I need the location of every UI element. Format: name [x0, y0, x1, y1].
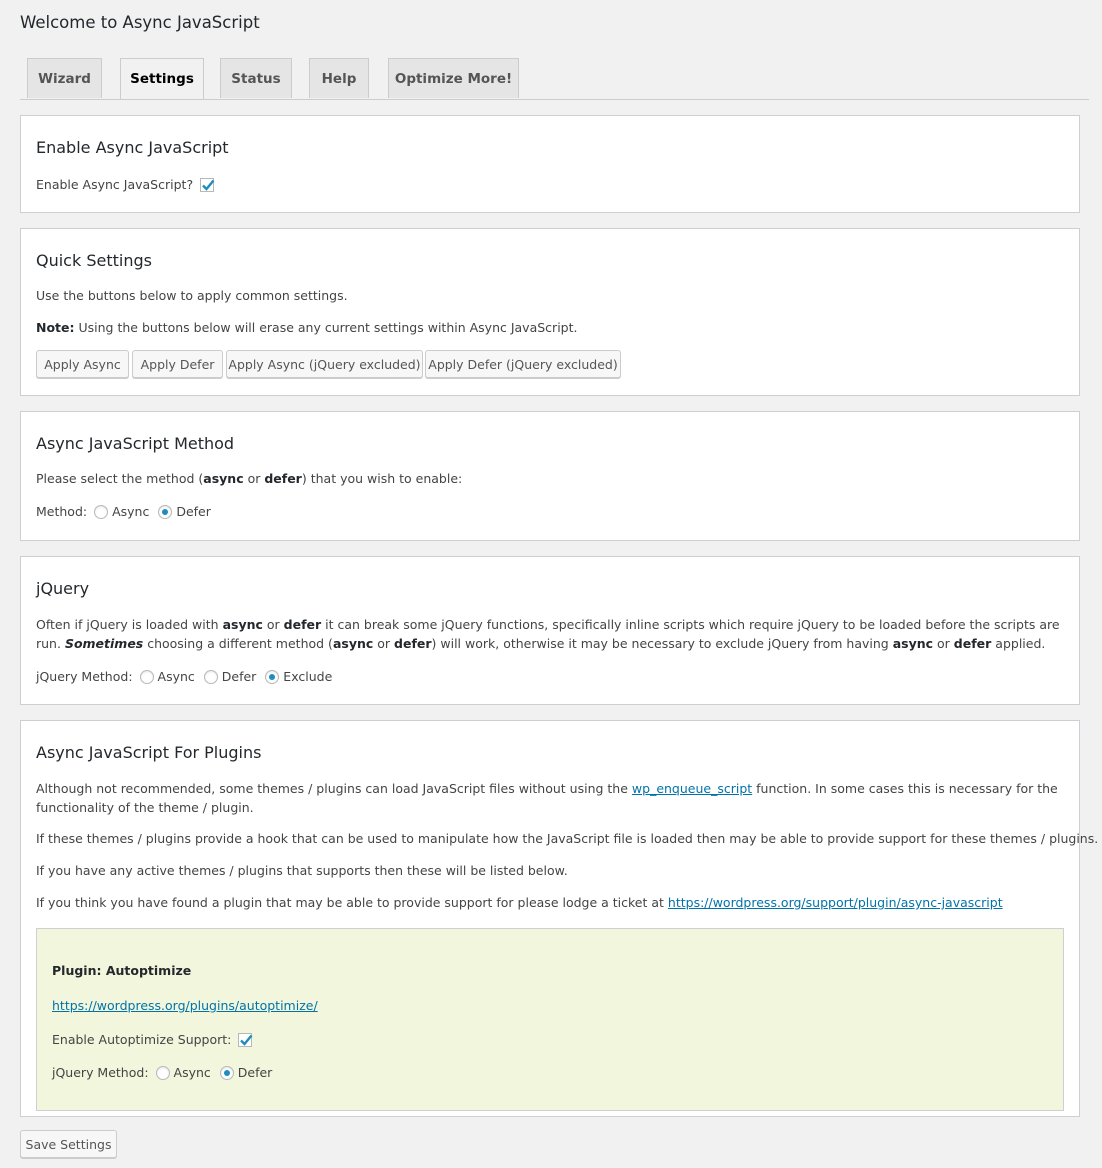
autoptimize-support-checkbox[interactable]: [238, 1032, 253, 1047]
quick-settings-note: Note: Using the buttons below will erase…: [36, 320, 577, 335]
autoptimize-async-label: Async: [173, 1065, 211, 1080]
jquery-description: Often if jQuery is loaded with async or …: [36, 617, 1060, 651]
jquery-defer-radio[interactable]: [203, 669, 218, 684]
quick-settings-title: Quick Settings: [36, 251, 152, 270]
method-section: Async JavaScript Method Please select th…: [20, 411, 1080, 541]
method-description: Please select the method (async or defer…: [36, 471, 463, 486]
tab-help[interactable]: Help: [309, 58, 369, 98]
tab-bar: Wizard Settings Status Help Optimize Mor…: [20, 58, 1089, 100]
jquery-async-radio[interactable]: [139, 669, 154, 684]
jquery-exclude-radio[interactable]: [265, 669, 280, 684]
method-defer-radio[interactable]: [158, 504, 173, 519]
note-text: Using the buttons below will erase any c…: [74, 320, 578, 335]
autoptimize-support-field: Enable Autoptimize Support:: [52, 1032, 253, 1048]
autoptimize-async-radio[interactable]: [155, 1065, 170, 1080]
checkmark-icon: [240, 1034, 253, 1046]
tab-wizard[interactable]: Wizard: [27, 58, 102, 98]
autoptimize-defer-radio[interactable]: [219, 1065, 234, 1080]
support-ticket-link[interactable]: https://wordpress.org/support/plugin/asy…: [668, 895, 1003, 910]
autoptimize-link[interactable]: https://wordpress.org/plugins/autoptimiz…: [52, 998, 318, 1013]
jquery-section-title: jQuery: [36, 579, 90, 598]
jquery-async-label: Async: [157, 669, 195, 684]
tab-status[interactable]: Status: [220, 58, 292, 98]
apply-async-jquery-excluded-button[interactable]: Apply Async (jQuery excluded): [226, 350, 423, 378]
method-async-label: Async: [112, 504, 150, 519]
quick-settings-description: Use the buttons below to apply common se…: [36, 288, 348, 303]
enable-section: Enable Async JavaScript Enable Async Jav…: [20, 115, 1080, 213]
note-label: Note:: [36, 320, 75, 335]
jquery-exclude-label: Exclude: [283, 669, 333, 684]
apply-async-button[interactable]: Apply Async: [36, 350, 129, 378]
plugin-title: Plugin: Autoptimize: [52, 963, 192, 978]
wp-enqueue-script-link[interactable]: wp_enqueue_script: [632, 781, 752, 796]
tab-settings[interactable]: Settings: [120, 58, 204, 99]
method-section-title: Async JavaScript Method: [36, 434, 235, 453]
plugins-section-title: Async JavaScript For Plugins: [36, 743, 262, 762]
enable-async-label: Enable Async JavaScript?: [36, 177, 194, 192]
tab-optimize-more[interactable]: Optimize More!: [388, 58, 519, 98]
enable-async-checkbox[interactable]: [200, 177, 215, 192]
jquery-method-field: jQuery Method: Async Defer Exclude: [36, 669, 334, 685]
jquery-defer-label: Defer: [221, 669, 257, 684]
plugins-paragraph-4: If you think you have found a plugin tha…: [36, 895, 1003, 910]
method-defer-label: Defer: [176, 504, 211, 519]
apply-defer-button[interactable]: Apply Defer: [132, 350, 223, 378]
checkmark-icon: [202, 179, 215, 191]
autoptimize-jquery-method-field: jQuery Method: Async Defer: [52, 1065, 274, 1081]
plugins-paragraph-1: Although not recommended, some themes / …: [36, 781, 1058, 815]
plugins-paragraph-2: If these themes / plugins provide a hook…: [36, 831, 1099, 846]
apply-defer-jquery-excluded-button[interactable]: Apply Defer (jQuery excluded): [425, 350, 621, 378]
jquery-method-label: jQuery Method:: [36, 669, 133, 684]
save-settings-button[interactable]: Save Settings: [20, 1130, 117, 1158]
autoptimize-support-label: Enable Autoptimize Support:: [52, 1032, 232, 1047]
method-field: Method: Async Defer: [36, 504, 213, 520]
plugins-section: Async JavaScript For Plugins Although no…: [20, 720, 1098, 1117]
enable-section-title: Enable Async JavaScript: [36, 138, 229, 157]
autoptimize-plugin-box: Plugin: Autoptimize https://wordpress.or…: [36, 928, 1064, 1111]
method-async-radio[interactable]: [94, 504, 109, 519]
page-title: Welcome to Async JavaScript: [20, 13, 260, 32]
jquery-section: jQuery Often if jQuery is loaded with as…: [20, 556, 1080, 705]
method-label: Method:: [36, 504, 88, 519]
quick-settings-section: Quick Settings Use the buttons below to …: [20, 228, 1080, 396]
autoptimize-jquery-method-label: jQuery Method:: [52, 1065, 149, 1080]
autoptimize-defer-label: Defer: [237, 1065, 273, 1080]
plugins-paragraph-3: If you have any active themes / plugins …: [36, 863, 568, 878]
